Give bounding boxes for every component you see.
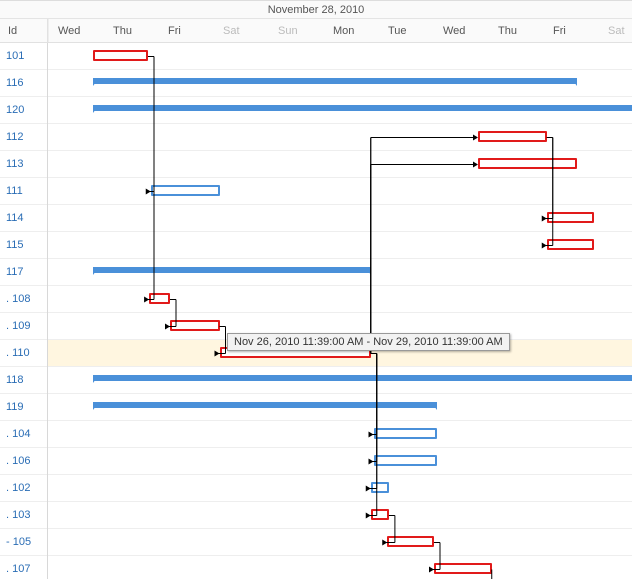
header-day[interactable]: Mon bbox=[325, 19, 380, 42]
gantt-bar[interactable] bbox=[93, 105, 632, 111]
header-day[interactable]: Wed bbox=[435, 19, 490, 42]
gantt-app: November 28, 2010 Id Wed Thu Fri Sat Sun… bbox=[0, 0, 632, 579]
header-day[interactable]: Thu bbox=[490, 19, 545, 42]
row-id[interactable]: . 104 bbox=[0, 421, 47, 448]
row-id[interactable]: 117 bbox=[0, 259, 47, 286]
gantt-bar[interactable] bbox=[374, 455, 437, 466]
row-id[interactable]: 116 bbox=[0, 70, 47, 97]
header-day[interactable]: Fri bbox=[160, 19, 215, 42]
row-id[interactable]: 118 bbox=[0, 367, 47, 394]
row-bg bbox=[48, 205, 632, 232]
gantt-bar[interactable] bbox=[93, 267, 371, 273]
row-id[interactable]: 119 bbox=[0, 394, 47, 421]
row-bg bbox=[48, 178, 632, 205]
gantt-bar[interactable] bbox=[93, 50, 148, 61]
row-bg bbox=[48, 421, 632, 448]
gantt-bar[interactable] bbox=[170, 320, 220, 331]
header-day[interactable]: Thu bbox=[105, 19, 160, 42]
header-id-col[interactable]: Id bbox=[0, 19, 48, 42]
gantt-bar[interactable] bbox=[374, 428, 437, 439]
row-id[interactable]: 113 bbox=[0, 151, 47, 178]
gantt-chart-area[interactable] bbox=[48, 43, 632, 579]
row-id[interactable]: . 108 bbox=[0, 286, 47, 313]
header-day[interactable]: Sat bbox=[215, 19, 270, 42]
row-id[interactable]: . 107 bbox=[0, 556, 47, 579]
row-id[interactable]: . 106 bbox=[0, 448, 47, 475]
row-id[interactable]: 120 bbox=[0, 97, 47, 124]
header-day[interactable]: Fri bbox=[545, 19, 600, 42]
header-day[interactable]: Tue bbox=[380, 19, 435, 42]
gantt-bar[interactable] bbox=[93, 402, 437, 408]
row-bg bbox=[48, 529, 632, 556]
row-id[interactable]: - 105 bbox=[0, 529, 47, 556]
row-id[interactable]: 111 bbox=[0, 178, 47, 205]
row-id[interactable]: . 110 bbox=[0, 340, 47, 367]
gantt-bar[interactable] bbox=[478, 158, 577, 169]
row-bg bbox=[48, 232, 632, 259]
header-day[interactable]: Wed bbox=[50, 19, 105, 42]
row-id[interactable]: . 102 bbox=[0, 475, 47, 502]
row-bg bbox=[48, 556, 632, 579]
row-id[interactable]: . 109 bbox=[0, 313, 47, 340]
row-bg bbox=[48, 475, 632, 502]
row-bg bbox=[48, 502, 632, 529]
header-date: November 28, 2010 bbox=[0, 1, 632, 19]
header-day[interactable]: Sat bbox=[600, 19, 632, 42]
header-day[interactable]: Sun bbox=[270, 19, 325, 42]
row-id[interactable]: 114 bbox=[0, 205, 47, 232]
gantt-bar[interactable] bbox=[151, 185, 220, 196]
gantt-bar[interactable] bbox=[387, 536, 434, 547]
row-bg bbox=[48, 286, 632, 313]
gantt-bar[interactable] bbox=[93, 78, 577, 84]
gantt-bar[interactable] bbox=[547, 239, 594, 250]
header-days-row: Id Wed Thu Fri Sat Sun Mon Tue Wed Thu F… bbox=[0, 19, 632, 43]
gantt-bar[interactable] bbox=[149, 293, 170, 304]
gantt-bar[interactable] bbox=[478, 131, 547, 142]
row-id[interactable]: 115 bbox=[0, 232, 47, 259]
gantt-bar[interactable] bbox=[371, 509, 389, 520]
gantt-body: 101116120112113111114115117. 108. 109. 1… bbox=[0, 43, 632, 579]
gantt-bar[interactable] bbox=[371, 482, 389, 493]
row-id[interactable]: 101 bbox=[0, 43, 47, 70]
row-id[interactable]: 112 bbox=[0, 124, 47, 151]
row-id[interactable]: . 103 bbox=[0, 502, 47, 529]
gantt-bar[interactable] bbox=[547, 212, 594, 223]
task-tooltip: Nov 26, 2010 11:39:00 AM - Nov 29, 2010 … bbox=[227, 333, 510, 351]
gantt-bar[interactable] bbox=[434, 563, 492, 574]
row-bg bbox=[48, 448, 632, 475]
id-column: 101116120112113111114115117. 108. 109. 1… bbox=[0, 43, 48, 579]
gantt-bar[interactable] bbox=[93, 375, 632, 381]
